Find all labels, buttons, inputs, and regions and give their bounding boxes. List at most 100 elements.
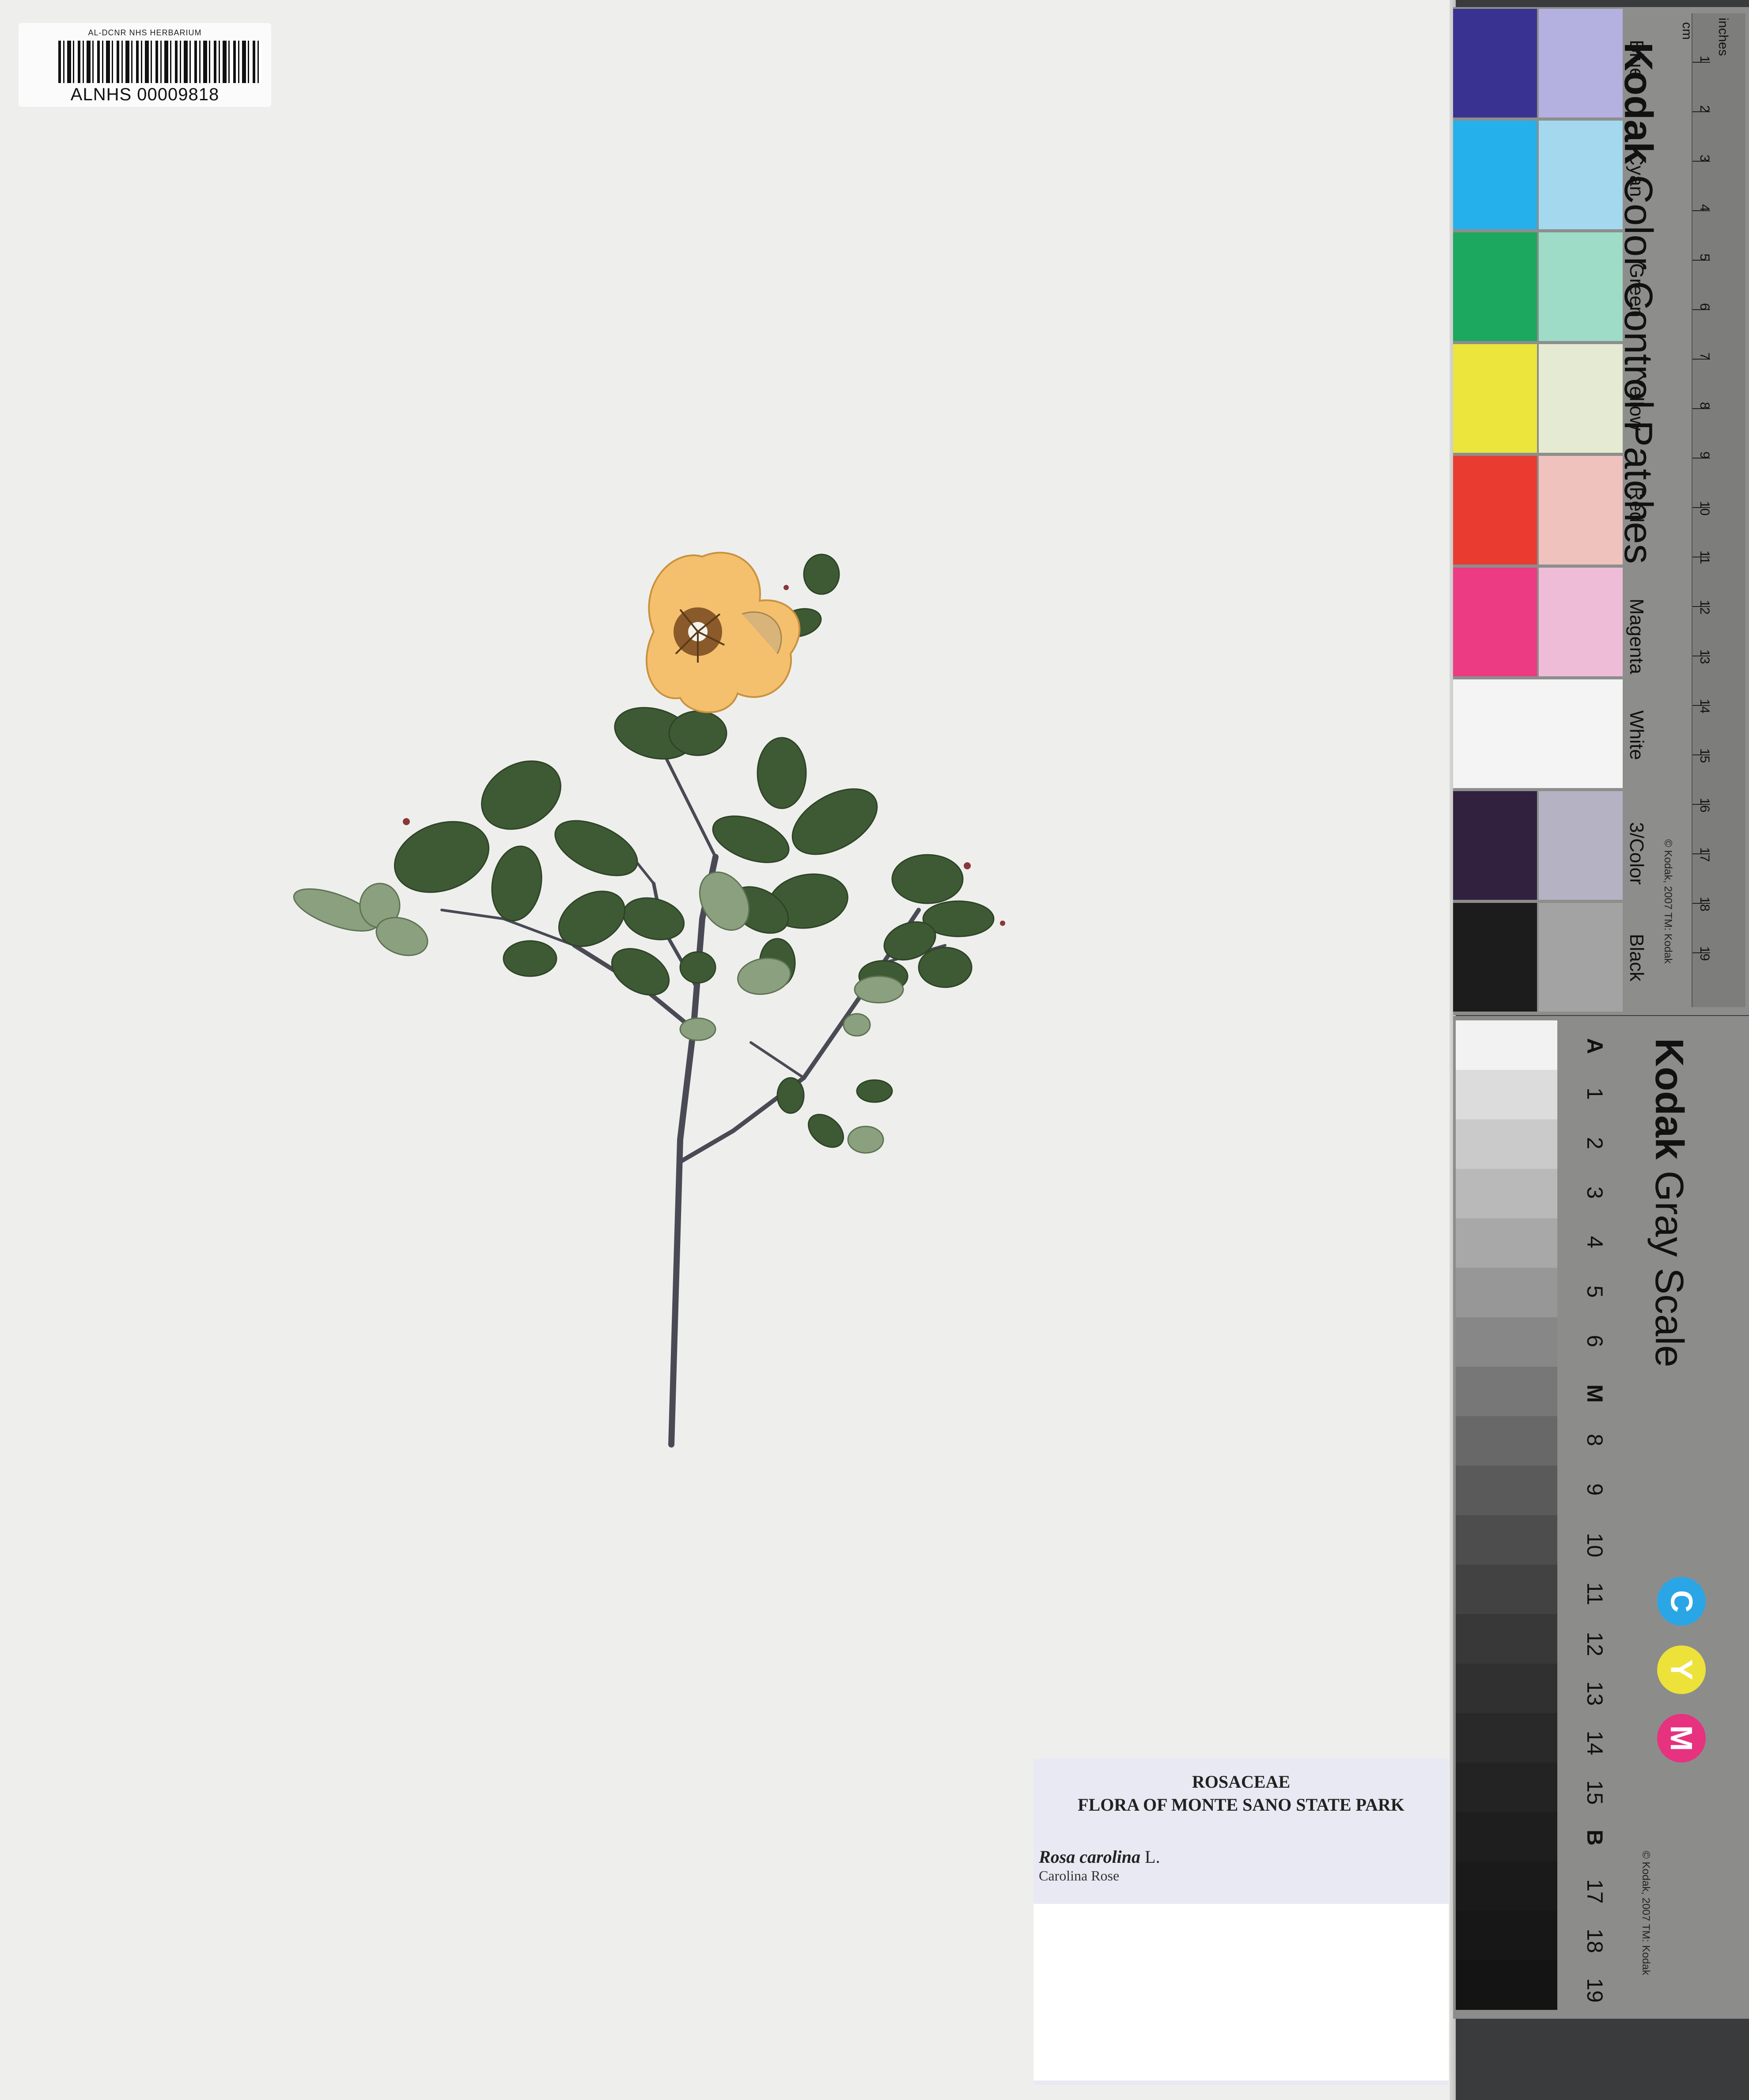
barcode-number: ALNHS 00009818 <box>70 85 220 104</box>
gray-step <box>1456 1317 1557 1367</box>
gray-step <box>1456 1367 1557 1416</box>
gray-card-copyright: © Kodak, 2007 TM: Kodak <box>1640 1851 1652 1975</box>
rose-specimen-image <box>293 552 1005 1448</box>
patch-white-light <box>1453 679 1623 788</box>
scientific-name: Rosa carolina L. <box>1039 1846 1160 1867</box>
ruler-label: 16 <box>1697 798 1712 813</box>
ruler-label: 17 <box>1697 847 1712 862</box>
ruler-label: 7 <box>1697 353 1712 360</box>
patch-black-dark <box>1453 903 1537 1012</box>
patch-3color-dark <box>1453 791 1537 900</box>
determination-label: ROSACEAE FLORA OF MONTE SANO STATE PARK … <box>1034 1758 1449 2085</box>
gray-step-label: B <box>1582 1830 1607 1846</box>
patch-cyan-light <box>1539 121 1623 229</box>
patch-yellow-light <box>1539 344 1623 453</box>
ruler-label: 15 <box>1697 748 1712 763</box>
gray-step <box>1456 1218 1557 1268</box>
ruler-label: 3 <box>1697 155 1712 162</box>
patch-label: 3/Color <box>1626 822 1647 885</box>
gray-step-label: 12 <box>1582 1632 1607 1656</box>
gray-step-label: 6 <box>1582 1335 1607 1347</box>
family-name: ROSACEAE <box>1192 1772 1291 1792</box>
ruler-label: 2 <box>1697 105 1712 113</box>
ruler-label: 1 <box>1697 56 1712 63</box>
patch-3color-light <box>1539 791 1623 900</box>
gray-step-label: 13 <box>1582 1681 1607 1706</box>
ruler-label: 8 <box>1697 402 1712 409</box>
patch-black-light <box>1539 903 1623 1012</box>
ruler-label: 12 <box>1697 600 1712 615</box>
gray-step <box>1456 1614 1557 1664</box>
gray-step-label: M <box>1582 1384 1607 1403</box>
gray-step-label: 4 <box>1582 1236 1607 1248</box>
ruler-label: 18 <box>1697 897 1712 912</box>
patch-label: Blue <box>1626 40 1647 79</box>
collection-name: FLORA OF MONTE SANO STATE PARK <box>1078 1795 1404 1815</box>
gray-step-label: 14 <box>1582 1731 1607 1755</box>
patch-red-light <box>1539 456 1623 565</box>
gray-step <box>1456 1020 1557 1070</box>
cmy-letter: Y <box>1664 1659 1699 1680</box>
gray-step <box>1456 1960 1557 2010</box>
ruler-label: 14 <box>1697 699 1712 714</box>
patch-cyan-dark <box>1453 121 1537 229</box>
gray-step <box>1456 1515 1557 1565</box>
patch-green-dark <box>1453 232 1537 341</box>
patch-label: Green <box>1626 263 1647 318</box>
gray-step-label: 2 <box>1582 1137 1607 1149</box>
ruler-label: 11 <box>1697 550 1712 565</box>
barcode-label: AL-DCNR NHS HERBARIUM ALNHS 00009818 <box>19 23 271 107</box>
gray-step-label: 9 <box>1582 1483 1607 1496</box>
gray-card-brand: Kodak <box>1647 1038 1691 1160</box>
patch-red-dark <box>1453 456 1537 565</box>
patch-label: Red <box>1626 487 1647 523</box>
cmy-dot-y: Y <box>1657 1645 1706 1694</box>
gray-card-title-text: Gray Scale <box>1647 1171 1691 1368</box>
gray-step-label: 1 <box>1582 1088 1607 1100</box>
label-blank-area <box>1034 1904 1449 2081</box>
gray-step-label: 15 <box>1582 1780 1607 1805</box>
common-name: Carolina Rose <box>1039 1868 1120 1884</box>
gray-card-title: Kodak Gray Scale <box>1646 1038 1692 1367</box>
patch-green-light <box>1539 232 1623 341</box>
gray-step <box>1456 1070 1557 1119</box>
gray-step-label: 3 <box>1582 1186 1607 1199</box>
species-author: L. <box>1145 1847 1160 1867</box>
gray-step <box>1456 1911 1557 1960</box>
ruler-label: 4 <box>1697 204 1712 212</box>
gray-step <box>1456 1268 1557 1317</box>
patch-label: Yellow <box>1626 375 1647 431</box>
gray-step <box>1456 1861 1557 1911</box>
gray-step-label: 17 <box>1582 1879 1607 1904</box>
gray-step <box>1456 1664 1557 1713</box>
barcode-header: AL-DCNR NHS HERBARIUM <box>88 28 202 37</box>
gray-step <box>1456 1812 1557 1861</box>
gray-step <box>1456 1763 1557 1812</box>
patch-magenta-light <box>1539 568 1623 676</box>
patch-magenta-dark <box>1453 568 1537 676</box>
ruler-label: 9 <box>1697 451 1712 459</box>
gray-step <box>1456 1565 1557 1614</box>
gray-step-label: 18 <box>1582 1929 1607 1953</box>
ruler-label: 19 <box>1697 946 1712 961</box>
species-name: Rosa carolina <box>1039 1847 1141 1867</box>
patch-yellow-dark <box>1453 344 1537 453</box>
gray-step-label: A <box>1582 1038 1607 1054</box>
cmy-dot-c: C <box>1657 1577 1706 1626</box>
color-card-copyright: © Kodak, 2007 TM: Kodak <box>1662 839 1674 964</box>
ruler: 1 2 3 4 5 6 7 8 9 10 11 12 13 14 15 16 17 18 19 cm inches <box>1680 13 1745 1007</box>
gray-step-label: 8 <box>1582 1434 1607 1446</box>
gray-step <box>1456 1119 1557 1169</box>
patch-label: White <box>1626 710 1647 760</box>
ruler-label: 13 <box>1697 649 1712 664</box>
ruler-label: 10 <box>1697 501 1712 516</box>
ruler-label: 6 <box>1697 303 1712 311</box>
cmy-dot-m: M <box>1657 1714 1706 1763</box>
ruler-inches-label: inches <box>1716 18 1730 56</box>
patch-label: Black <box>1626 934 1647 982</box>
patch-blue-light <box>1539 9 1623 118</box>
gray-step <box>1456 1169 1557 1218</box>
gray-step-label: 10 <box>1582 1533 1607 1558</box>
gray-step <box>1456 1713 1557 1763</box>
patch-label: Magenta <box>1626 599 1647 675</box>
